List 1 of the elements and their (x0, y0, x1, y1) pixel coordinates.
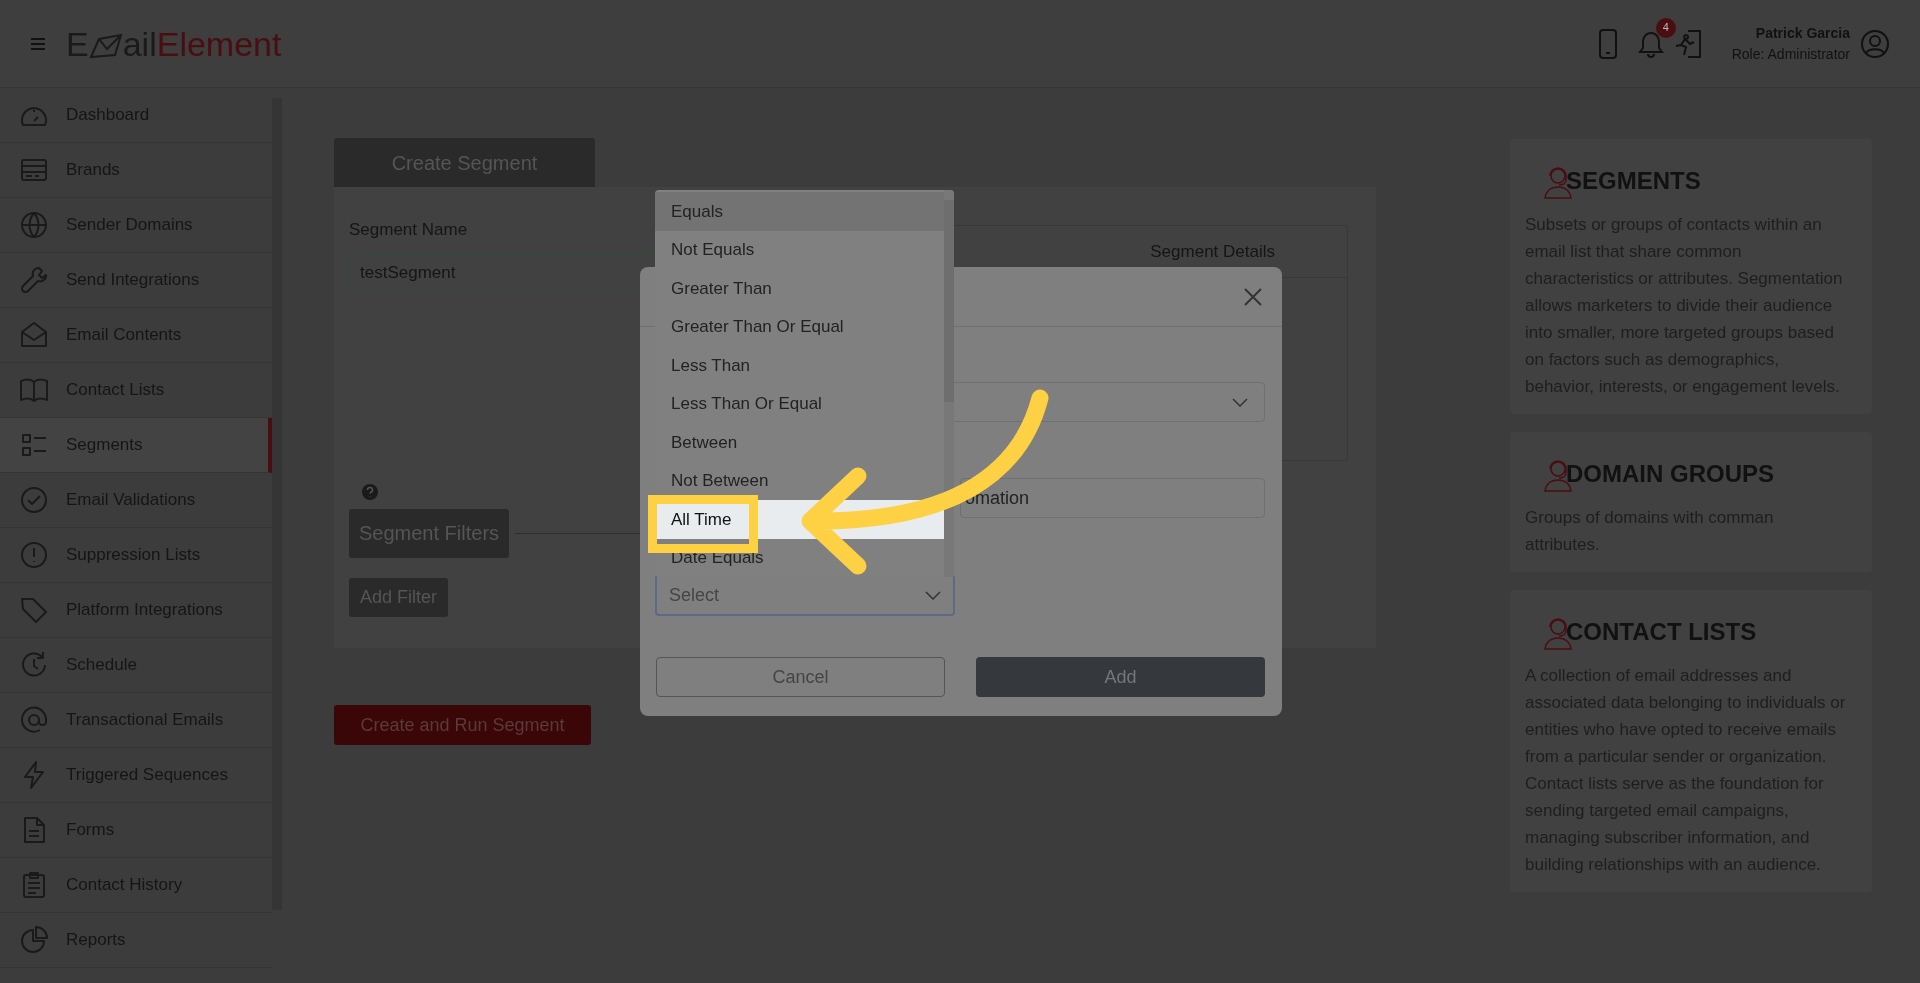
notification-badge: 4 (1655, 17, 1676, 38)
